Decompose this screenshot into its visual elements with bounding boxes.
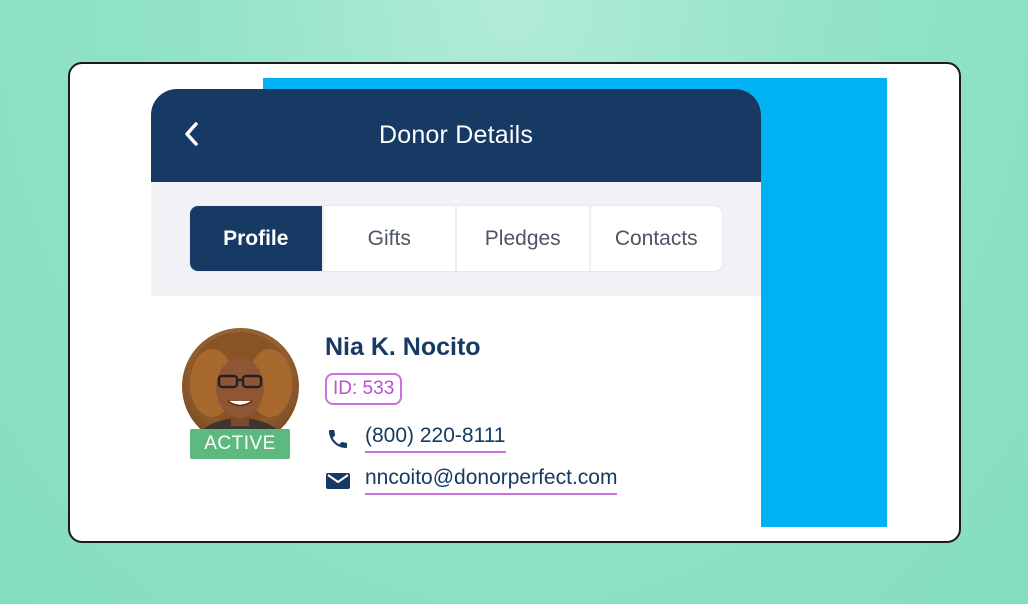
envelope-icon: [325, 468, 351, 494]
chevron-left-icon: [185, 122, 198, 146]
phone-link[interactable]: (800) 220-8111: [365, 424, 506, 453]
donor-id-badge: ID: 533: [325, 373, 403, 405]
avatar: [182, 328, 299, 445]
mobile-app-screen: Donor Details Profile Gifts Pledges Cont…: [151, 89, 761, 529]
phone-row: (800) 220-8111: [325, 424, 506, 453]
tab-gifts[interactable]: Gifts: [321, 206, 456, 271]
email-row: nncoito@donorperfect.com: [325, 466, 618, 495]
tab-contacts[interactable]: Contacts: [588, 206, 723, 271]
phone-icon: [325, 426, 351, 452]
status-badge: ACTIVE: [190, 429, 290, 459]
tab-group: Profile Gifts Pledges Contacts: [190, 206, 722, 271]
illustration-card: Donor Details Profile Gifts Pledges Cont…: [68, 62, 961, 543]
tab-bar: Profile Gifts Pledges Contacts: [151, 182, 761, 296]
tab-pledges[interactable]: Pledges: [455, 206, 589, 271]
email-link[interactable]: nncoito@donorperfect.com: [365, 466, 618, 495]
donor-name: Nia K. Nocito: [325, 333, 481, 361]
donor-profile: ACTIVE Nia K. Nocito ID: 533 (800) 220-8…: [151, 296, 761, 529]
app-header: Donor Details: [151, 89, 761, 182]
back-button[interactable]: [179, 119, 203, 149]
page-title: Donor Details: [378, 121, 534, 149]
tab-profile[interactable]: Profile: [190, 206, 322, 271]
